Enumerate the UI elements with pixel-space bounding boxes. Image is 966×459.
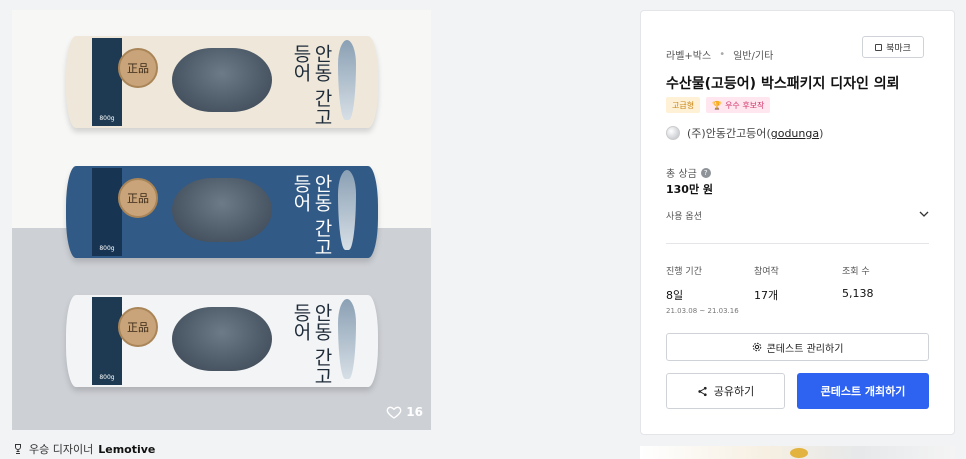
help-icon[interactable]: ? xyxy=(700,167,711,178)
page-title: 수산물(고등어) 박스패키지 디자인 의뢰 xyxy=(666,76,900,92)
designer-name[interactable]: Lemotive xyxy=(98,443,155,456)
package-seal: 正品 xyxy=(118,307,158,347)
bookmark-icon xyxy=(875,43,883,51)
award-badge-label: 우수 후보작 xyxy=(725,100,765,110)
package-white: 正品 안동 간고등어 800g xyxy=(62,291,382,391)
mackerel-window xyxy=(172,178,272,242)
bookmark-label: 북마크 xyxy=(886,43,911,54)
stat-entries: 참여작 17개 xyxy=(754,267,779,302)
bookmark-button[interactable]: 북마크 xyxy=(862,36,924,58)
manage-contest-button[interactable]: 콘테스트 관리하기 xyxy=(666,333,929,361)
prize-label: 총 상금 ? xyxy=(666,165,711,180)
heart-icon xyxy=(386,406,402,419)
package-title: 안동 간고등어 xyxy=(290,174,333,257)
banner-graphic xyxy=(790,448,808,458)
package-cream: 正品 안동 간고등어 800g xyxy=(62,32,382,132)
host-contest-button[interactable]: 콘테스트 개최하기 xyxy=(797,373,929,409)
winner-designer: 우승 디자이너 Lemotive xyxy=(12,441,155,457)
contest-main-image[interactable]: 正品 안동 간고등어 800g 正品 안동 간고등어 800g 正品 안동 간고… xyxy=(12,10,431,430)
award-badge: 🏆 우수 후보작 xyxy=(706,97,771,113)
breadcrumb-category[interactable]: 라벨+박스 xyxy=(666,47,711,62)
mackerel-window xyxy=(172,48,272,112)
package-title: 안동 간고등어 xyxy=(290,44,333,127)
breadcrumb-subcategory[interactable]: 일반/기타 xyxy=(733,47,773,62)
package-stripe xyxy=(92,168,122,256)
trophy-icon xyxy=(15,444,21,454)
like-count: 16 xyxy=(406,405,423,419)
package-weight: 800g xyxy=(99,374,115,381)
breadcrumb: 라벨+박스 • 일반/기타 xyxy=(666,47,773,62)
share-button[interactable]: 공유하기 xyxy=(666,373,785,409)
package-seal: 正品 xyxy=(118,48,158,88)
mackerel-window xyxy=(172,307,272,371)
prize-value: 130만 원 xyxy=(666,183,714,196)
designer-prefix: 우승 디자이너 xyxy=(29,443,94,456)
gear-icon xyxy=(752,342,761,352)
company-avatar xyxy=(666,126,680,140)
divider xyxy=(666,243,929,244)
package-weight: 800g xyxy=(99,245,115,252)
company-name: (주)안동간고등어(godunga) xyxy=(687,127,824,140)
chevron-down-icon xyxy=(919,211,929,217)
contest-stats: 진행 기간 8일 21.03.08 ~ 21.03.16 참여작 17개 조회 … xyxy=(666,264,929,315)
company-info: (주)안동간고등어(godunga) xyxy=(666,125,823,141)
grade-badge: 고급형 xyxy=(666,97,701,113)
like-button[interactable]: 16 xyxy=(386,404,423,420)
stat-views: 조회 수 5,138 xyxy=(842,267,874,300)
package-title: 안동 간고등어 xyxy=(290,303,333,386)
contest-info-panel: 라벨+박스 • 일반/기타 북마크 수산물(고등어) 박스패키지 디자인 의뢰 … xyxy=(640,10,955,435)
trophy-icon: 🏆 xyxy=(712,100,723,110)
package-stripe xyxy=(92,297,122,385)
stat-period: 진행 기간 8일 21.03.08 ~ 21.03.16 xyxy=(666,267,739,315)
package-stripe xyxy=(92,38,122,126)
package-seal: 正品 xyxy=(118,178,158,218)
breadcrumb-separator: • xyxy=(719,49,726,60)
badge-row: 고급형 🏆 우수 후보작 xyxy=(666,97,771,113)
package-weight: 800g xyxy=(99,115,115,122)
options-toggle[interactable]: 사용 옵션 xyxy=(666,209,929,222)
share-icon xyxy=(698,386,707,396)
company-link[interactable]: godunga xyxy=(771,127,819,140)
options-label: 사용 옵션 xyxy=(666,212,702,222)
promo-banner[interactable] xyxy=(640,446,955,459)
package-blue: 正品 안동 간고등어 800g xyxy=(62,162,382,262)
